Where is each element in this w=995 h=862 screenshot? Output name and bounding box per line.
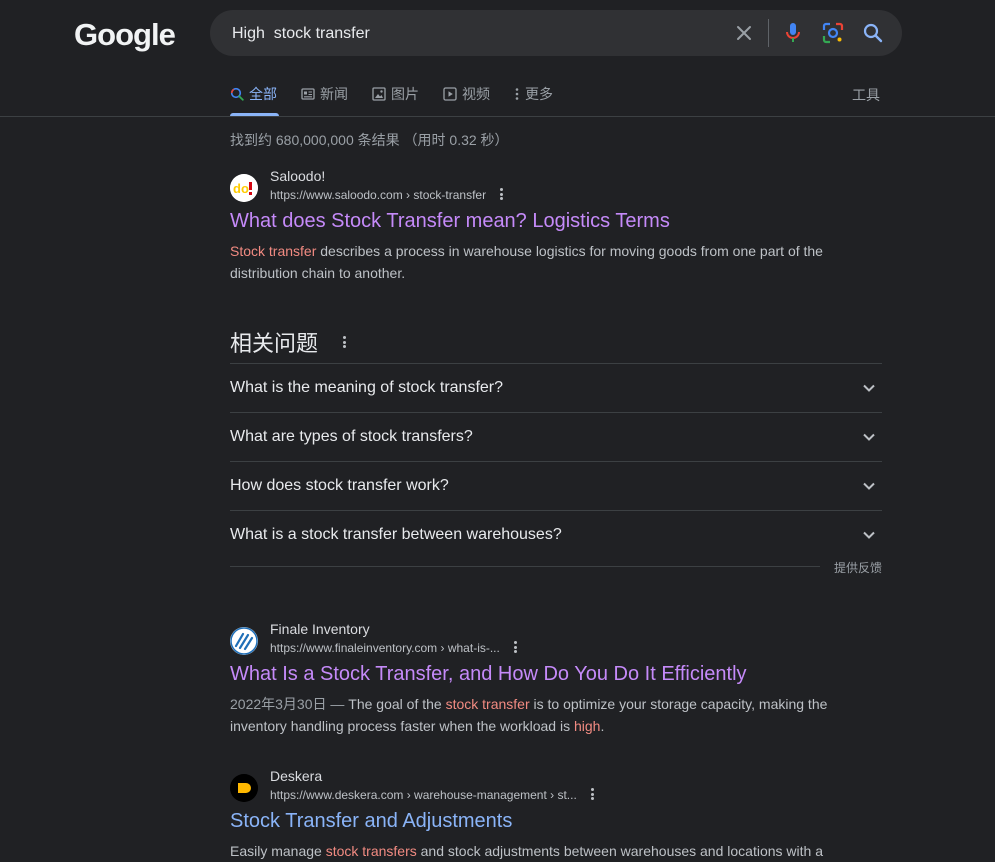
result-site-name[interactable]: Finale Inventory bbox=[270, 621, 370, 637]
result-snippet: 2022年3月30日 — The goal of the stock trans… bbox=[230, 693, 840, 737]
microphone-icon[interactable] bbox=[781, 21, 805, 45]
logo-letter: l bbox=[150, 17, 160, 52]
search-icon[interactable] bbox=[861, 21, 885, 45]
result-stats: 找到约 680,000,000 条结果 （用时 0.32 秒） bbox=[230, 132, 509, 148]
result-title[interactable]: Stock Transfer and Adjustments bbox=[230, 810, 512, 833]
question-text: How does stock transfer work? bbox=[230, 477, 449, 494]
more-options-icon[interactable] bbox=[496, 186, 506, 202]
result-site-name[interactable]: Saloodo! bbox=[270, 168, 325, 184]
question-text: What are types of stock transfers? bbox=[230, 428, 473, 445]
tab-images[interactable]: 图片 bbox=[372, 84, 419, 104]
chevron-down-icon bbox=[863, 384, 875, 392]
snippet-text: describes a process in warehouse logisti… bbox=[230, 243, 823, 281]
tab-label: 图片 bbox=[391, 86, 419, 102]
news-icon bbox=[301, 88, 315, 100]
snippet-text: The goal of the bbox=[348, 696, 446, 712]
chevron-down-icon bbox=[863, 482, 875, 490]
result-url[interactable]: https://www.deskera.com › warehouse-mana… bbox=[270, 788, 577, 802]
snippet-text: . bbox=[600, 718, 605, 734]
header-divider bbox=[0, 116, 995, 117]
tab-news[interactable]: 新闻 bbox=[301, 84, 348, 104]
tab-more[interactable]: 更多 bbox=[514, 84, 553, 104]
search-box bbox=[210, 10, 902, 58]
related-question[interactable]: What are types of stock transfers? bbox=[230, 412, 882, 461]
related-question[interactable]: How does stock transfer work? bbox=[230, 461, 882, 510]
snippet-highlight: stock transfer bbox=[445, 696, 530, 712]
question-text: What is a stock transfer between warehou… bbox=[230, 526, 562, 543]
clear-icon[interactable] bbox=[732, 21, 756, 45]
snippet-date: 2022年3月30日 — bbox=[230, 696, 349, 712]
question-text: What is the meaning of stock transfer? bbox=[230, 379, 504, 396]
more-vert-icon bbox=[515, 88, 519, 100]
lens-icon[interactable] bbox=[821, 21, 845, 45]
tab-label: 全部 bbox=[249, 86, 277, 102]
search-icon bbox=[230, 87, 244, 101]
related-questions-list: What is the meaning of stock transfer? W… bbox=[230, 363, 882, 559]
more-options-icon[interactable] bbox=[510, 639, 520, 655]
result-title[interactable]: What does Stock Transfer mean? Logistics… bbox=[230, 210, 670, 233]
related-questions-heading: 相关问题 bbox=[230, 331, 319, 356]
tab-videos[interactable]: 视频 bbox=[443, 84, 490, 104]
logo-letter: o bbox=[97, 17, 116, 52]
logo-letter: o bbox=[115, 17, 134, 52]
logo-letter: e bbox=[158, 17, 176, 52]
deskera-favicon bbox=[230, 774, 258, 802]
snippet-text: and stock adjustments between warehouses… bbox=[416, 843, 823, 859]
google-logo[interactable]: Google bbox=[74, 17, 176, 53]
snippet-highlight: Stock transfer bbox=[230, 243, 317, 259]
svg-text:do: do bbox=[233, 181, 249, 196]
search-tabs: 全部 新闻 图片 视频 更多 bbox=[230, 84, 577, 104]
result-snippet: Easily manage stock transfers and stock … bbox=[230, 840, 840, 862]
result-url[interactable]: https://www.finaleinventory.com › what-i… bbox=[270, 641, 500, 655]
tab-label: 新闻 bbox=[320, 86, 348, 102]
search-input[interactable] bbox=[230, 10, 714, 58]
snippet-highlight: high bbox=[573, 718, 601, 734]
image-icon bbox=[372, 87, 386, 101]
tab-label: 视频 bbox=[462, 86, 490, 102]
logo-letter: g bbox=[133, 17, 152, 52]
related-question[interactable]: What is the meaning of stock transfer? bbox=[230, 363, 882, 412]
more-options-icon[interactable] bbox=[339, 334, 349, 350]
finale-inventory-favicon bbox=[230, 627, 258, 655]
related-question[interactable]: What is a stock transfer between warehou… bbox=[230, 510, 882, 559]
snippet-highlight: stock transfers bbox=[325, 843, 417, 859]
result-snippet: Stock transfer describes a process in wa… bbox=[230, 240, 840, 284]
feedback-link[interactable]: 提供反馈 bbox=[834, 559, 882, 576]
snippet-text: Easily manage bbox=[230, 843, 326, 859]
logo-letter: G bbox=[74, 17, 98, 52]
tab-label: 更多 bbox=[525, 86, 553, 102]
chevron-down-icon bbox=[863, 531, 875, 539]
related-questions-divider bbox=[230, 566, 820, 567]
video-icon bbox=[443, 87, 457, 101]
saloodo-favicon: do bbox=[230, 174, 258, 202]
search-divider bbox=[768, 19, 769, 47]
tools-button[interactable]: 工具 bbox=[852, 85, 880, 105]
tab-all[interactable]: 全部 bbox=[230, 84, 277, 104]
result-site-name[interactable]: Deskera bbox=[270, 768, 322, 784]
more-options-icon[interactable] bbox=[587, 786, 597, 802]
chevron-down-icon bbox=[863, 433, 875, 441]
result-title[interactable]: What Is a Stock Transfer, and How Do You… bbox=[230, 663, 747, 686]
result-url[interactable]: https://www.saloodo.com › stock-transfer bbox=[270, 188, 486, 202]
